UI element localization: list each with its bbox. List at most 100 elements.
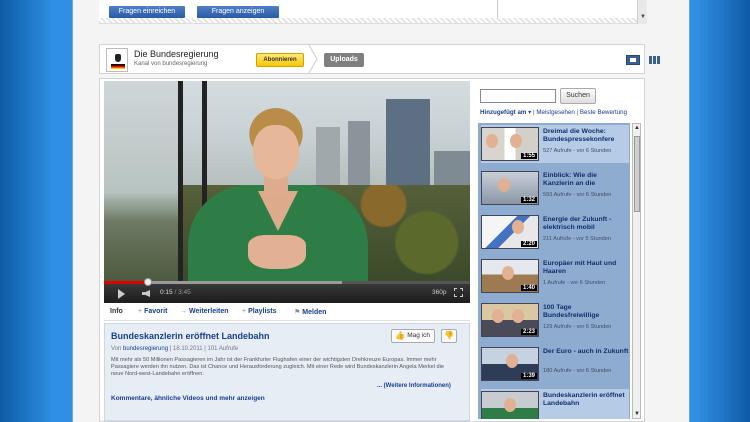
subscribe-button[interactable]: Abonnieren — [256, 53, 304, 67]
panel-scrollbar[interactable]: ▼ — [637, 0, 647, 24]
video-title: Bundeskanzlerin eröffnet Landebahn — [111, 331, 270, 341]
list-item-title[interactable]: 100 Tage Bundesfreiwillige — [543, 304, 629, 320]
list-item-meta: 593 Aufrufe - vor 6 Stunden — [543, 192, 612, 198]
list-item-meta: 1 Aufrufe - vor 6 Stunden — [543, 280, 606, 286]
playlist-list: 1:55 Dreimal die Woche: Bundespressekonf… — [478, 123, 630, 419]
video-info-panel: Bundeskanzlerin eröffnet Landebahn 👍 Mag … — [104, 323, 470, 421]
tab-share[interactable]: → Weiterleiten — [180, 308, 229, 315]
channel-logo[interactable] — [106, 48, 128, 72]
submit-questions-button[interactable]: Fragen einreichen — [109, 6, 185, 18]
more-info-link[interactable]: ... (Weitere Informationen) — [377, 383, 451, 389]
channel-name[interactable]: Die Bundesregierung — [134, 49, 219, 59]
flag-icon: ⚑ — [294, 309, 301, 316]
progress-handle[interactable] — [143, 278, 152, 286]
plus-icon: + — [242, 308, 247, 315]
video-thumbnail[interactable]: 2:20 — [481, 215, 539, 249]
page-canvas: Fragen einreichen Fragen anzeigen ▼ Die … — [72, 0, 690, 422]
search-input[interactable] — [480, 89, 556, 103]
grid-view-icon[interactable] — [649, 56, 661, 64]
volume-icon[interactable] — [142, 290, 150, 297]
time-current: 0:15 — [160, 289, 173, 296]
video-thumbnail[interactable]: 1:55 — [481, 127, 539, 161]
video-thumbnail[interactable]: 1:39 — [481, 347, 539, 381]
playlist-scrollbar[interactable]: ▲ ▼ — [632, 123, 641, 419]
duration-badge: 2:20 — [520, 241, 537, 247]
list-item-title[interactable]: Dreimal die Woche: Bundespressekonfere — [543, 128, 629, 144]
scroll-up-icon[interactable]: ▲ — [634, 125, 640, 131]
scroll-down-icon[interactable]: ▼ — [634, 411, 640, 417]
speaker-face — [253, 125, 299, 179]
list-item[interactable]: 1:39 Der Euro - auch in Zukunft 180 Aufr… — [481, 345, 629, 383]
sort-most-viewed[interactable]: Meistgesehen — [536, 109, 575, 116]
sort-separator: | — [532, 109, 535, 116]
list-item-title[interactable]: Der Euro - auch in Zukunft — [543, 348, 629, 356]
list-item[interactable]: 2:20 Energie der Zukunft - elektrisch mo… — [481, 213, 629, 251]
tab-info[interactable]: Info — [110, 308, 123, 315]
thumb-person — [512, 309, 524, 323]
thumbs-up-icon: 👍 — [395, 331, 405, 340]
uploader-link[interactable]: bundesregierung — [123, 346, 168, 352]
sort-options: Hinzugefügt am ▾ | Meistgesehen | Beste … — [480, 109, 627, 116]
video-thumbnail[interactable]: 2:23 — [481, 303, 539, 337]
progress-bar[interactable] — [104, 278, 470, 286]
tab-share-label: Weiterleiten — [189, 308, 229, 315]
list-item[interactable]: Bundeskanzlerin eröffnet Landebahn — [481, 389, 629, 419]
view-count: 101 Aufrufe — [207, 346, 239, 352]
share-arrow-icon: → — [180, 308, 187, 315]
uploads-tab[interactable]: Uploads — [324, 53, 364, 67]
list-item-meta: 527 Aufrufe - vor 6 Stunden — [543, 148, 612, 154]
thumb-person — [504, 398, 516, 412]
video-thumbnail[interactable]: 1:40 — [481, 259, 539, 293]
list-item-title[interactable]: Einblick: Wie die Kanzlerin an die — [543, 172, 629, 188]
list-item[interactable]: 1:55 Dreimal die Woche: Bundespressekonf… — [481, 125, 629, 163]
dislike-button[interactable]: 👎 — [441, 329, 457, 343]
time-total: 3:45 — [178, 289, 191, 296]
show-comments-link[interactable]: Kommentare, ähnliche Videos und mehr anz… — [111, 395, 265, 402]
duration-badge: 1:55 — [520, 153, 537, 159]
like-button[interactable]: 👍 Mag ich — [391, 329, 435, 343]
plus-icon: + — [138, 308, 143, 315]
channel-subtitle: Kanal von bundesregierung — [134, 61, 208, 67]
tab-report[interactable]: ⚑ Melden — [294, 308, 326, 316]
search-button[interactable]: Suchen — [560, 88, 596, 104]
video-frame[interactable] — [104, 81, 470, 281]
list-item[interactable]: 1:40 Europäer mit Haut und Haaren 1 Aufr… — [481, 257, 629, 295]
play-icon[interactable] — [118, 289, 125, 299]
show-questions-button[interactable]: Fragen anzeigen — [197, 6, 279, 18]
panel-divider — [497, 0, 498, 19]
list-item-title[interactable]: Bundeskanzlerin eröffnet Landebahn — [543, 392, 629, 408]
thumb-person — [492, 309, 504, 323]
fullscreen-icon[interactable] — [454, 288, 463, 297]
video-player[interactable]: 0:15 / 3:45 360p — [104, 81, 470, 303]
video-thumbnail[interactable]: 1:32 — [481, 171, 539, 205]
duration-badge: 1:32 — [520, 197, 537, 203]
scroll-down-icon[interactable]: ▼ — [640, 14, 646, 20]
flag-icon — [111, 64, 125, 69]
video-window-left — [104, 81, 182, 281]
list-item[interactable]: 2:23 100 Tage Bundesfreiwillige 129 Aufr… — [481, 301, 629, 339]
sort-date-added[interactable]: Hinzugefügt am ▾ — [480, 109, 531, 116]
meta-separator: | — [169, 346, 172, 352]
meta-prefix: Von — [111, 346, 122, 352]
progress-played — [104, 281, 148, 284]
video-window-frame — [178, 81, 183, 281]
tab-playlists[interactable]: + Playlists — [242, 308, 277, 315]
video-tower — [386, 99, 430, 191]
list-item[interactable]: 1:32 Einblick: Wie die Kanzlerin an die … — [481, 169, 629, 207]
sort-top-rated[interactable]: Beste Bewertung — [580, 109, 627, 116]
thumbs-down-icon: 👎 — [444, 331, 454, 340]
scrollbar-thumb[interactable] — [634, 136, 640, 212]
speaker-hands — [248, 235, 306, 269]
sort-separator: | — [576, 109, 579, 116]
thumb-person — [502, 266, 514, 280]
video-thumbnail[interactable] — [481, 391, 539, 419]
list-item-title[interactable]: Europäer mit Haut und Haaren — [543, 260, 629, 276]
thumb-person — [512, 220, 524, 234]
video-meta: Von bundesregierung | 18.10.2011 | 101 A… — [111, 346, 238, 352]
chevron-separator-icon — [308, 45, 318, 73]
player-view-icon[interactable] — [626, 55, 640, 65]
tab-favorite[interactable]: + Favorit — [138, 308, 167, 315]
list-item-title[interactable]: Energie der Zukunft - elektrisch mobil — [543, 216, 629, 232]
quality-selector[interactable]: 360p — [432, 289, 446, 296]
video-description: Mit mehr als 50 Millionen Passagieren im… — [111, 357, 445, 378]
